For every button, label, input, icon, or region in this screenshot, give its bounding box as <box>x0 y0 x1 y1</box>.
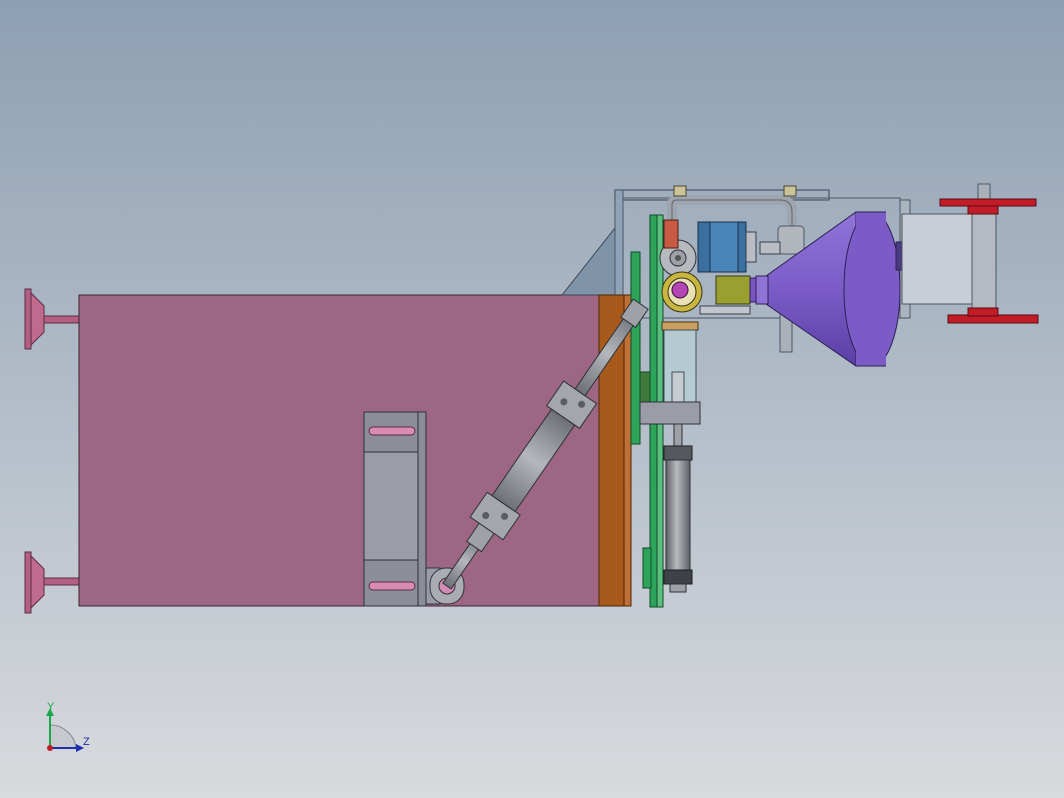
bracket-slot-top <box>368 426 416 436</box>
z-axis-label: Z <box>83 736 90 748</box>
assembly-scene[interactable]: Y Z <box>0 0 1064 798</box>
y-axis-label: Y <box>47 701 55 713</box>
bracket-slot-bottom <box>368 581 416 591</box>
orange-plate-edge <box>623 294 632 607</box>
cad-viewport[interactable]: Y Z <box>0 0 1064 798</box>
axis-origin-icon <box>47 745 53 751</box>
red-flange-top[interactable] <box>939 198 1037 207</box>
vertical-pneumatic-cylinder[interactable] <box>663 423 693 593</box>
drive-hub[interactable] <box>661 271 703 313</box>
